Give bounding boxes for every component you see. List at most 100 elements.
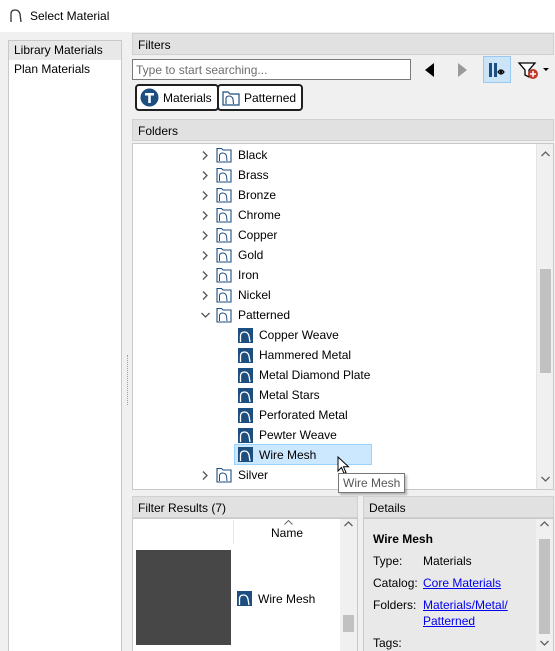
detail-folders-link-continued[interactable]: Patterned (423, 614, 475, 628)
tree-folder-black[interactable]: Black (200, 145, 267, 165)
source-item-plan-materials[interactable]: Plan Materials (9, 60, 121, 79)
tree-item-label: Copper (238, 228, 278, 242)
tree-item-label: Perforated Metal (259, 408, 348, 422)
detail-tags-label: Tags: (373, 636, 402, 650)
chevron-right-icon[interactable] (200, 190, 210, 200)
chevron-down-icon[interactable] (200, 312, 210, 318)
folder-icon (216, 167, 232, 183)
sort-ascending-icon (284, 520, 293, 525)
results-scrollbar[interactable] (340, 519, 357, 651)
toggle-view-button[interactable] (483, 56, 511, 83)
tree-item-label: Metal Stars (259, 388, 320, 402)
tree-folder-iron[interactable]: Iron (200, 265, 259, 285)
tooltip: Wire Mesh (338, 473, 406, 493)
column-divider (233, 520, 234, 544)
folder-icon (216, 287, 232, 303)
filters-header: Filters (132, 33, 554, 55)
detail-catalog-link[interactable]: Core Materials (423, 576, 501, 590)
folder-icon (216, 227, 232, 243)
scroll-up-icon[interactable] (537, 146, 553, 162)
filter-chip-label: Patterned (244, 90, 297, 105)
tree-material-metal-stars[interactable]: Metal Stars (236, 385, 320, 405)
filter-options-button[interactable] (514, 57, 554, 82)
chevron-right-icon[interactable] (200, 250, 210, 260)
details-scrollbar[interactable] (536, 519, 553, 651)
tree-material-wire-mesh[interactable]: Wire Mesh (234, 444, 372, 465)
back-button[interactable] (421, 59, 439, 80)
tree-item-label: Wire Mesh (259, 447, 317, 462)
tree-folder-bronze[interactable]: Bronze (200, 185, 276, 205)
chevron-right-icon[interactable] (200, 150, 210, 160)
result-name: Wire Mesh (258, 591, 316, 606)
detail-folders-label: Folders: (373, 598, 417, 612)
tree-folder-chrome[interactable]: Chrome (200, 205, 281, 225)
scroll-thumb[interactable] (343, 615, 354, 632)
chevron-right-icon[interactable] (200, 470, 210, 480)
filter-chip-materials[interactable]: Materials (135, 84, 219, 111)
tree-folder-brass[interactable]: Brass (200, 165, 269, 185)
folder-icon (216, 187, 232, 203)
material-icon (238, 407, 253, 423)
column-header-name[interactable]: Name (271, 526, 303, 540)
tree-folder-patterned[interactable]: Patterned (200, 305, 290, 325)
scroll-thumb[interactable] (540, 269, 551, 373)
chevron-right-icon[interactable] (200, 210, 210, 220)
details-header: Details (363, 496, 554, 518)
scroll-thumb[interactable] (539, 539, 550, 634)
source-item-library-materials[interactable]: Library Materials (9, 41, 121, 60)
tree-item-label: Pewter Weave (259, 428, 337, 442)
material-icon (238, 347, 253, 363)
details-title: Wire Mesh (373, 532, 433, 546)
tree-material-metal-diamond-plate[interactable]: Metal Diamond Plate (236, 365, 370, 385)
material-icon (238, 387, 253, 403)
tree-folder-nickel[interactable]: Nickel (200, 285, 271, 305)
folder-tree: Black Brass Bronze Chrome Copper Gold Ir… (132, 143, 554, 490)
detail-folders-link[interactable]: Materials/Metal/ (423, 598, 508, 612)
scroll-down-icon[interactable] (537, 471, 553, 487)
chevron-right-icon[interactable] (200, 290, 210, 300)
folder-tree-scrollbar[interactable] (536, 144, 553, 489)
material-icon (238, 447, 253, 462)
result-row[interactable]: Wire Mesh (237, 591, 315, 606)
detail-catalog-label: Catalog: (373, 576, 418, 590)
folder-icon (216, 247, 232, 263)
tree-item-label: Chrome (238, 208, 281, 222)
search-input[interactable] (132, 59, 411, 80)
tree-material-copper-weave[interactable]: Copper Weave (236, 325, 339, 345)
tree-material-pewter-weave[interactable]: Pewter Weave (236, 425, 337, 445)
folder-icon (216, 207, 232, 223)
material-icon (238, 327, 253, 343)
folder-icon (216, 467, 232, 483)
tree-item-label: Iron (238, 268, 259, 282)
filter-add-icon (517, 61, 549, 79)
folder-icon (216, 267, 232, 283)
material-icon (238, 367, 253, 383)
detail-type-label: Type: (373, 554, 403, 568)
tree-material-perforated-metal[interactable]: Perforated Metal (236, 405, 348, 425)
materials-catalog-icon (140, 88, 159, 107)
tree-item-label: Copper Weave (259, 328, 339, 342)
tree-item-label: Nickel (238, 288, 271, 302)
arrow-left-icon (425, 62, 434, 77)
splitter-handle[interactable] (127, 355, 128, 405)
arrow-right-icon (458, 62, 467, 77)
tree-folder-gold[interactable]: Gold (200, 245, 263, 265)
tree-item-label: Brass (238, 168, 269, 182)
scroll-up-icon[interactable] (540, 521, 549, 527)
tree-material-hammered-metal[interactable]: Hammered Metal (236, 345, 351, 365)
forward-button[interactable] (453, 59, 471, 80)
scroll-down-icon[interactable] (540, 640, 549, 646)
material-app-icon (10, 9, 22, 23)
tree-folder-copper[interactable]: Copper (200, 225, 277, 245)
chevron-right-icon[interactable] (200, 170, 210, 180)
chevron-right-icon[interactable] (200, 270, 210, 280)
tree-folder-silver[interactable]: Silver (200, 465, 268, 485)
folder-icon (216, 307, 232, 323)
chevron-right-icon[interactable] (200, 230, 210, 240)
tree-item-label: Patterned (238, 308, 291, 322)
filter-chip-patterned[interactable]: Patterned (217, 84, 304, 111)
material-thumbnail[interactable] (136, 550, 231, 645)
tree-item-label: Black (238, 148, 268, 162)
scroll-up-icon[interactable] (344, 521, 353, 527)
details-panel: Wire Mesh Type: Materials Catalog: Core … (363, 518, 554, 651)
